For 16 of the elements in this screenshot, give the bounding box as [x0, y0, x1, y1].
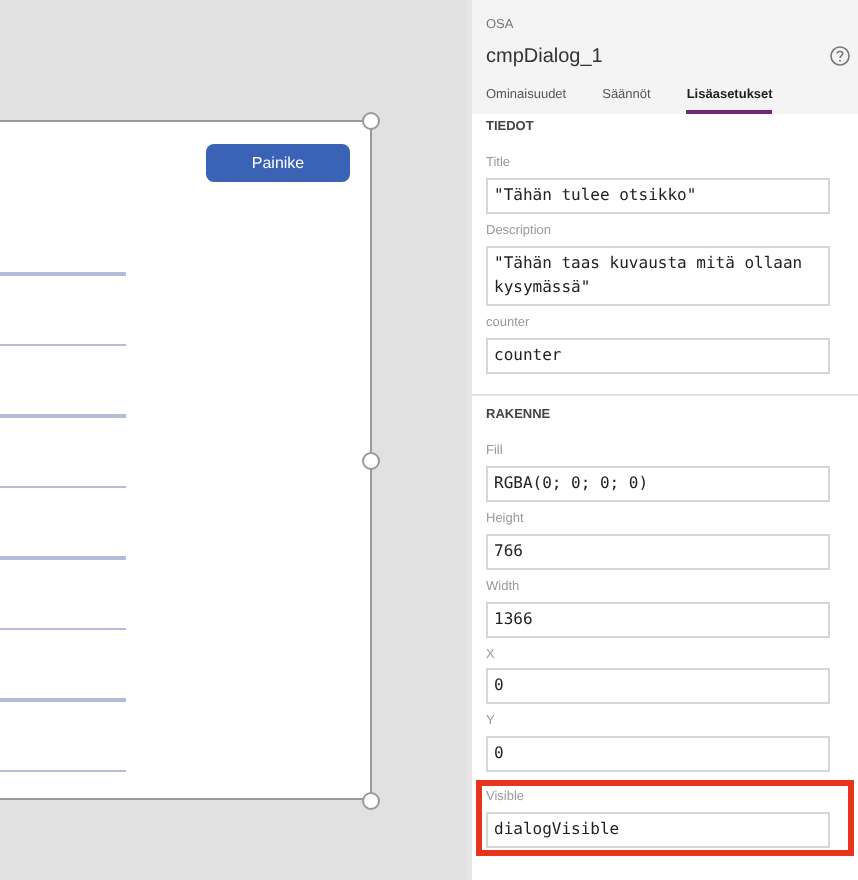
- property-field[interactable]: 1366: [486, 601, 830, 637]
- property-field[interactable]: dialogVisible: [486, 811, 830, 848]
- resize-handle[interactable]: [362, 792, 380, 810]
- painike-button[interactable]: Painike: [206, 144, 350, 182]
- property-field[interactable]: 766: [486, 533, 830, 570]
- property-field[interactable]: "Tähän tulee otsikko": [486, 178, 830, 214]
- property-field[interactable]: 0: [486, 668, 830, 705]
- property-field[interactable]: 0: [486, 736, 830, 772]
- property-field[interactable]: RGBA(0; 0; 0; 0): [486, 466, 830, 502]
- panel-title: cmpDialog_1: [486, 43, 603, 72]
- resize-handle[interactable]: [362, 112, 380, 130]
- help-icon[interactable]: [830, 46, 850, 67]
- property-field[interactable]: counter: [486, 337, 830, 373]
- property-field[interactable]: "Tähän taas kuvausta mitä ollaan kysymässä": [486, 245, 830, 306]
- dialog-frame[interactable]: Painike: [0, 120, 372, 800]
- resize-handle[interactable]: [362, 452, 380, 470]
